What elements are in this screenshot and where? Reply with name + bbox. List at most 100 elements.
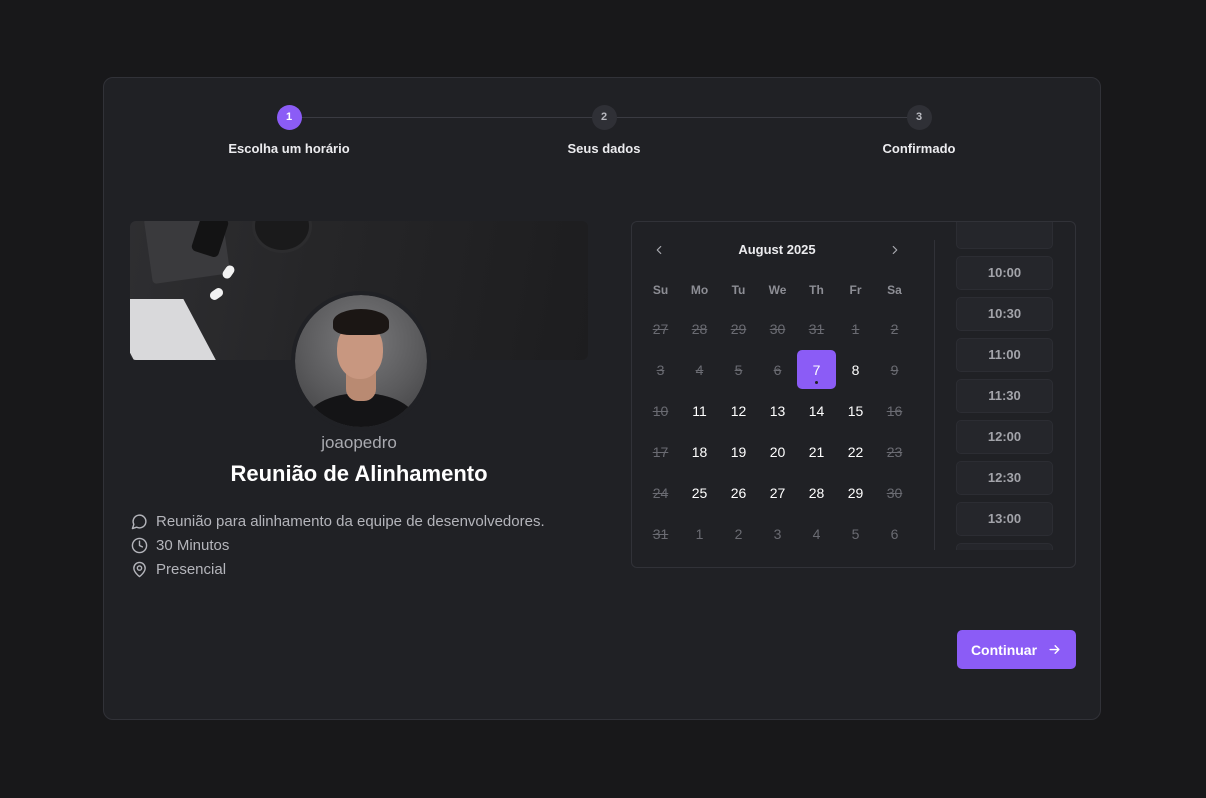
- continue-button[interactable]: Continuar: [957, 630, 1076, 669]
- calendar-header: August 2025: [647, 238, 907, 262]
- arrow-right-icon: [1049, 645, 1060, 654]
- calendar-day[interactable]: 8: [836, 349, 875, 390]
- calendar-day-number: 1: [851, 320, 860, 337]
- calendar-week: 3 4 5 678 9: [641, 349, 914, 390]
- cover-earbud: [208, 286, 225, 302]
- calendar-day-number: 30: [886, 484, 903, 501]
- calendar-day-number: 10: [652, 402, 669, 419]
- panel-divider: [934, 240, 935, 550]
- calendar-weeks: 27 28 29 30 31 1 2 3 4 5 6 7 8 9 10 11 12 13 14 15 16 17 18 19 2…: [641, 308, 914, 554]
- step-1-label: Escolha um horário: [228, 141, 350, 156]
- event-duration: 30 Minutos: [156, 536, 230, 554]
- calendar-day-number: 21: [808, 443, 825, 460]
- time-slot[interactable]: 10:30: [956, 297, 1053, 331]
- calendar-day: 3: [641, 349, 680, 390]
- calendar-day[interactable]: 13: [758, 390, 797, 431]
- weekday-label: Fr: [849, 283, 862, 297]
- weekday-label: We: [768, 283, 787, 297]
- event-info: Reunião para alinhamento da equipe de de…: [130, 509, 545, 581]
- cover-laptop: [130, 299, 221, 360]
- step-2-number: 2: [591, 105, 617, 130]
- calendar-day-number: 30: [769, 320, 786, 337]
- event-description: Reunião para alinhamento da equipe de de…: [156, 512, 545, 530]
- cover-cup: [252, 221, 312, 253]
- calendar-day: 1: [680, 513, 719, 554]
- weekday-label: Sa: [887, 283, 902, 297]
- calendar-day[interactable]: 15: [836, 390, 875, 431]
- chevron-right-icon: [892, 245, 898, 255]
- calendar-day: 3: [758, 513, 797, 554]
- calendar-day-number: 18: [691, 443, 708, 460]
- time-slot[interactable]: [956, 543, 1053, 550]
- time-slot[interactable]: 11:30: [956, 379, 1053, 413]
- calendar-day[interactable]: 28: [797, 472, 836, 513]
- calendar-day[interactable]: 22: [836, 431, 875, 472]
- calendar-day[interactable]: 27: [758, 472, 797, 513]
- step-1: 1 Escolha um horário: [189, 105, 389, 156]
- event-location: Presencial: [156, 560, 227, 578]
- calendar-day-selected[interactable]: 7: [797, 349, 836, 390]
- time-slot[interactable]: 12:30: [956, 461, 1053, 495]
- calendar-day[interactable]: 18: [680, 431, 719, 472]
- username: joaopedro: [321, 433, 397, 452]
- calendar-day-number: 3: [773, 525, 782, 542]
- time-slot[interactable]: 10:00: [956, 256, 1053, 290]
- event-title: Reunião de Alinhamento: [230, 461, 488, 486]
- calendar-day-number: 13: [769, 402, 786, 419]
- weekday-header: Su Mo Tu We Th Fr Sa: [641, 280, 914, 308]
- calendar-day-number: 8: [851, 361, 860, 378]
- weekday-label: Th: [809, 283, 824, 297]
- calendar-day-number: 5: [734, 361, 743, 378]
- calendar-day: 28: [680, 308, 719, 349]
- event-description-row: Reunião para alinhamento da equipe de de…: [130, 509, 545, 533]
- calendar-day: 5: [836, 513, 875, 554]
- calendar-day-number: 7: [797, 350, 836, 389]
- calendar-day[interactable]: 29: [836, 472, 875, 513]
- time-slot[interactable]: 13:00: [956, 502, 1053, 536]
- calendar-day-number: 27: [769, 484, 786, 501]
- stepper: 1 Escolha um horário 2 Seus dados 3 Conf…: [104, 78, 1100, 178]
- calendar-day-number: 6: [773, 361, 782, 378]
- calendar-day-number: 2: [890, 320, 899, 337]
- calendar-day-number: 28: [808, 484, 825, 501]
- calendar-day[interactable]: 25: [680, 472, 719, 513]
- calendar-day-number: 4: [695, 361, 704, 378]
- calendar-day: 1: [836, 308, 875, 349]
- calendar-day-number: 31: [808, 320, 825, 337]
- next-month-button[interactable]: [883, 238, 907, 262]
- avatar: [291, 291, 431, 431]
- calendar-day[interactable]: 12: [719, 390, 758, 431]
- calendar-day-number: 26: [730, 484, 747, 501]
- calendar-day[interactable]: 20: [758, 431, 797, 472]
- calendar-day: 4: [680, 349, 719, 390]
- time-slot[interactable]: [956, 222, 1053, 249]
- time-slot[interactable]: 11:00: [956, 338, 1053, 372]
- time-slot[interactable]: 12:00: [956, 420, 1053, 454]
- calendar-day-number: 29: [847, 484, 864, 501]
- step-3-number: 3: [906, 105, 932, 130]
- calendar-day: 6: [875, 513, 914, 554]
- calendar-day-number: 19: [730, 443, 747, 460]
- calendar-week: 27 28 29 30 31 1 2: [641, 308, 914, 349]
- calendar-day: 27: [641, 308, 680, 349]
- calendar-day-number: 29: [730, 320, 747, 337]
- time-slot-list[interactable]: 10:00 10:30 11:00 11:30 12:00 12:30 13:0…: [956, 222, 1056, 550]
- calendar-day[interactable]: 19: [719, 431, 758, 472]
- calendar-day: 10: [641, 390, 680, 431]
- calendar-day: 2: [719, 513, 758, 554]
- calendar-day[interactable]: 11: [680, 390, 719, 431]
- calendar-day[interactable]: 21: [797, 431, 836, 472]
- calendar-day-number: 2: [734, 525, 743, 542]
- clock-icon: [130, 536, 148, 554]
- calendar-week: 24 25 26 27 28 29 30: [641, 472, 914, 513]
- date-time-picker: August 2025 Su Mo Tu We Th Fr Sa 27 28 29 3…: [631, 221, 1076, 568]
- calendar-day[interactable]: 26: [719, 472, 758, 513]
- calendar-day-number: 14: [808, 402, 825, 419]
- step-2-label: Seus dados: [567, 141, 641, 156]
- calendar-day-number: 31: [652, 525, 669, 542]
- scheduling-card: 1 Escolha um horário 2 Seus dados 3 Conf…: [103, 77, 1101, 720]
- calendar-day-number: 27: [652, 320, 669, 337]
- calendar-day: 24: [641, 472, 680, 513]
- weekday-label: Tu: [731, 283, 746, 297]
- calendar-day[interactable]: 14: [797, 390, 836, 431]
